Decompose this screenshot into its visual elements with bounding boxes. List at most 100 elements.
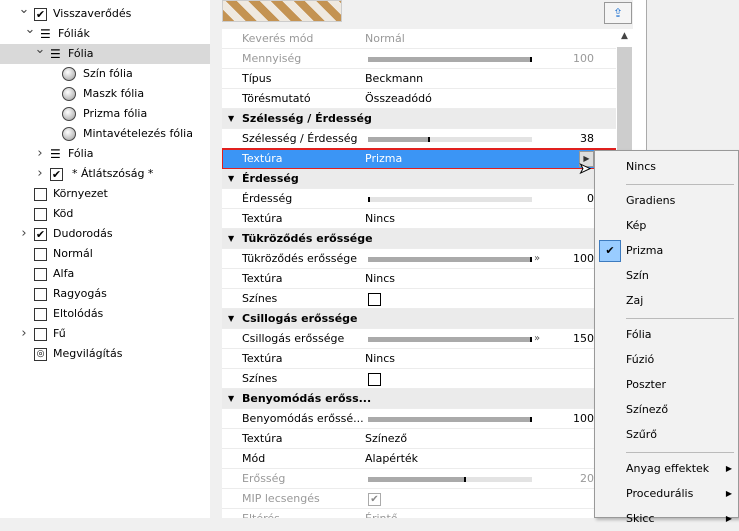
- slider[interactable]: [368, 337, 532, 342]
- tree-item[interactable]: Prizma fólia: [0, 104, 210, 124]
- checkbox[interactable]: ✔: [34, 228, 47, 241]
- collapse-triangle-icon[interactable]: ▼: [228, 109, 234, 129]
- checkbox[interactable]: [368, 293, 381, 306]
- section-header[interactable]: ▼ Tükröződés erőssége: [222, 229, 616, 249]
- property-row[interactable]: Szélesség / Érdesség 38: [222, 129, 616, 149]
- section-header[interactable]: ▼ Csillogás erőssége: [222, 309, 616, 329]
- checkbox[interactable]: [34, 288, 47, 301]
- property-row[interactable]: Mennyiség 100: [222, 49, 616, 69]
- property-row[interactable]: Érdesség 0: [222, 189, 616, 209]
- property-row[interactable]: Textúra Nincs: [222, 209, 616, 229]
- slider[interactable]: [368, 477, 532, 482]
- tree-item[interactable]: › Fű: [0, 324, 210, 344]
- scroll-up-icon[interactable]: ▲: [616, 31, 633, 41]
- tree-item[interactable]: Szín fólia: [0, 64, 210, 84]
- property-value[interactable]: Alapérték: [365, 449, 418, 469]
- menu-item[interactable]: ✔ Prizma: [595, 239, 738, 263]
- slider[interactable]: [368, 137, 532, 142]
- property-row[interactable]: Erősség 20: [222, 469, 616, 489]
- checkbox[interactable]: [34, 268, 47, 281]
- tree-item[interactable]: Ragyogás: [0, 284, 210, 304]
- property-row[interactable]: Textúra Színező: [222, 429, 616, 449]
- menu-item[interactable]: Szűrő: [595, 423, 738, 447]
- collapse-triangle-icon[interactable]: ▼: [228, 389, 234, 409]
- export-button[interactable]: ⇪: [604, 2, 632, 24]
- property-row[interactable]: Benyomódás erőssé... 100: [222, 409, 616, 429]
- menu-item[interactable]: Nincs: [595, 155, 738, 179]
- tree-item[interactable]: Alfa: [0, 264, 210, 284]
- menu-item[interactable]: Anyag effektek ▶: [595, 457, 738, 481]
- tree-item[interactable]: Mintavételezés fólia: [0, 124, 210, 144]
- menu-item[interactable]: Kép: [595, 214, 738, 238]
- tree-item[interactable]: Maszk fólia: [0, 84, 210, 104]
- menu-item[interactable]: Procedurális ▶: [595, 482, 738, 506]
- chevron-down-icon[interactable]: ⌄: [24, 20, 36, 40]
- tree-item[interactable]: Környezet: [0, 184, 210, 204]
- slider-value[interactable]: 100: [573, 49, 594, 69]
- slider[interactable]: [368, 257, 532, 262]
- menu-item[interactable]: Szín: [595, 264, 738, 288]
- property-row[interactable]: Típus Beckmann: [222, 69, 616, 89]
- chevron-right-icon[interactable]: ›: [34, 144, 46, 164]
- property-row[interactable]: Törésmutató Összeadódó: [222, 89, 616, 109]
- property-value[interactable]: Normál: [365, 29, 405, 49]
- tree-item[interactable]: ⌄ ☰ Fóliák: [0, 22, 210, 44]
- property-value[interactable]: Prizma: [365, 149, 402, 169]
- section-header[interactable]: ▼ Benyomódás erőss...: [222, 389, 616, 409]
- property-row[interactable]: Textúra Prizma ▶: [222, 148, 616, 170]
- property-row[interactable]: Színes: [222, 289, 616, 309]
- slider[interactable]: [368, 57, 532, 62]
- property-row[interactable]: MIP lecsengés ✔: [222, 489, 616, 509]
- property-value[interactable]: Összeadódó: [365, 89, 432, 109]
- property-row[interactable]: Eltérés Érintő: [222, 509, 616, 518]
- tree-item[interactable]: ◎ Megvilágítás: [0, 344, 210, 364]
- slider-value[interactable]: 100: [573, 409, 594, 429]
- slider-value[interactable]: 20: [580, 469, 594, 489]
- checkbox[interactable]: [34, 208, 47, 221]
- section-header[interactable]: ▼ Szélesség / Érdesség: [222, 109, 616, 129]
- tree-item[interactable]: › ✔ Dudorodás: [0, 224, 210, 244]
- slider[interactable]: [368, 417, 532, 422]
- collapse-triangle-icon[interactable]: ▼: [228, 309, 234, 329]
- collapse-triangle-icon[interactable]: ▼: [228, 169, 234, 189]
- slider-value[interactable]: 0: [587, 189, 594, 209]
- checkbox[interactable]: [368, 373, 381, 386]
- property-row[interactable]: Színes: [222, 369, 616, 389]
- chevron-right-icon[interactable]: ›: [34, 164, 46, 184]
- menu-item[interactable]: Fólia: [595, 323, 738, 347]
- section-header[interactable]: ▼ Érdesség: [222, 169, 616, 189]
- menu-item[interactable]: Fúzió: [595, 348, 738, 372]
- property-row[interactable]: Csillogás erőssége » 150: [222, 329, 616, 349]
- checkbox[interactable]: ✔: [50, 168, 63, 181]
- tree-item[interactable]: ⌄ ☰ Fólia: [0, 42, 210, 64]
- menu-item[interactable]: Zaj: [595, 289, 738, 313]
- property-value[interactable]: Nincs: [365, 209, 395, 229]
- menu-item[interactable]: Poszter: [595, 373, 738, 397]
- slider-value[interactable]: 150: [573, 329, 594, 349]
- chevron-down-icon[interactable]: ⌄: [34, 40, 46, 60]
- menu-item[interactable]: Skicc ▶: [595, 507, 738, 531]
- property-row[interactable]: Tükröződés erőssége » 100: [222, 249, 616, 269]
- property-row[interactable]: Textúra Nincs: [222, 269, 616, 289]
- property-row[interactable]: Keverés mód Normál: [222, 29, 616, 49]
- menu-item[interactable]: Színező: [595, 398, 738, 422]
- property-value[interactable]: Beckmann: [365, 69, 423, 89]
- property-row[interactable]: Textúra Nincs: [222, 349, 616, 369]
- collapse-triangle-icon[interactable]: ▼: [228, 229, 234, 249]
- property-value[interactable]: Nincs: [365, 349, 395, 369]
- checkbox[interactable]: ✔: [368, 493, 381, 506]
- slider-value[interactable]: 100: [573, 249, 594, 269]
- slider[interactable]: [368, 197, 532, 202]
- tree-item[interactable]: › ✔ * Átlátszóság *: [0, 164, 210, 184]
- property-value[interactable]: Színező: [365, 429, 407, 449]
- property-row[interactable]: Mód Alapérték: [222, 449, 616, 469]
- chevron-down-icon[interactable]: ⌄: [18, 0, 30, 20]
- checkbox[interactable]: [34, 328, 47, 341]
- tree-item[interactable]: Köd: [0, 204, 210, 224]
- splitter[interactable]: [210, 0, 222, 518]
- property-value[interactable]: Nincs: [365, 269, 395, 289]
- chevron-right-icon[interactable]: ›: [18, 324, 30, 344]
- property-value[interactable]: Érintő: [365, 509, 398, 518]
- slider-value[interactable]: 38: [580, 129, 594, 149]
- checkbox[interactable]: [34, 308, 47, 321]
